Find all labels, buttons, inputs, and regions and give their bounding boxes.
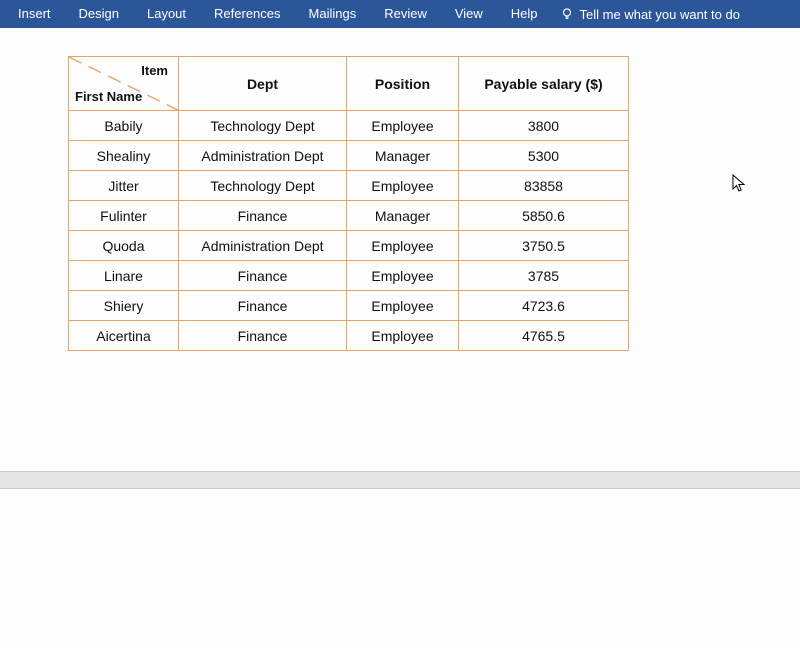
tab-review[interactable]: Review [370, 0, 441, 28]
cell-position[interactable]: Employee [347, 261, 459, 291]
cell-dept[interactable]: Finance [179, 261, 347, 291]
cell-dept[interactable]: Administration Dept [179, 141, 347, 171]
cell-salary[interactable]: 5300 [459, 141, 629, 171]
cell-salary[interactable]: 3785 [459, 261, 629, 291]
table-row[interactable]: ShieryFinanceEmployee4723.6 [69, 291, 629, 321]
salary-table[interactable]: Item First Name Dept Position Payable sa… [68, 56, 629, 351]
tab-insert[interactable]: Insert [4, 0, 65, 28]
header-diag-top: Item [141, 63, 168, 78]
cell-salary[interactable]: 3750.5 [459, 231, 629, 261]
cell-name[interactable]: Linare [69, 261, 179, 291]
cell-position[interactable]: Employee [347, 111, 459, 141]
tab-references[interactable]: References [200, 0, 294, 28]
cell-name[interactable]: Shealiny [69, 141, 179, 171]
cell-dept[interactable]: Finance [179, 201, 347, 231]
cell-name[interactable]: Shiery [69, 291, 179, 321]
table-row[interactable]: ShealinyAdministration DeptManager5300 [69, 141, 629, 171]
tab-mailings[interactable]: Mailings [295, 0, 371, 28]
cell-salary[interactable]: 3800 [459, 111, 629, 141]
table-row[interactable]: BabilyTechnology DeptEmployee3800 [69, 111, 629, 141]
cell-position[interactable]: Manager [347, 201, 459, 231]
cell-position[interactable]: Employee [347, 171, 459, 201]
cell-dept[interactable]: Finance [179, 321, 347, 351]
cell-dept[interactable]: Administration Dept [179, 231, 347, 261]
cell-name[interactable]: Quoda [69, 231, 179, 261]
document-page[interactable]: Item First Name Dept Position Payable sa… [0, 28, 800, 472]
tab-help[interactable]: Help [497, 0, 552, 28]
lightbulb-icon [560, 7, 574, 21]
tab-layout[interactable]: Layout [133, 0, 200, 28]
cell-salary[interactable]: 4723.6 [459, 291, 629, 321]
header-diag-bottom: First Name [75, 89, 142, 104]
header-position[interactable]: Position [347, 57, 459, 111]
tab-view[interactable]: View [441, 0, 497, 28]
cell-name[interactable]: Jitter [69, 171, 179, 201]
cell-position[interactable]: Manager [347, 141, 459, 171]
cell-dept[interactable]: Technology Dept [179, 171, 347, 201]
cell-name[interactable]: Fulinter [69, 201, 179, 231]
document-page-next[interactable] [0, 488, 800, 648]
table-body: BabilyTechnology DeptEmployee3800Shealin… [69, 111, 629, 351]
cell-salary[interactable]: 5850.6 [459, 201, 629, 231]
tell-me-label: Tell me what you want to do [580, 7, 740, 22]
cell-salary[interactable]: 4765.5 [459, 321, 629, 351]
ribbon-tabs-bar: Insert Design Layout References Mailings… [0, 0, 800, 28]
table-row[interactable]: JitterTechnology DeptEmployee83858 [69, 171, 629, 201]
table-row[interactable]: LinareFinanceEmployee3785 [69, 261, 629, 291]
cell-salary[interactable]: 83858 [459, 171, 629, 201]
header-dept[interactable]: Dept [179, 57, 347, 111]
cell-name[interactable]: Babily [69, 111, 179, 141]
header-salary[interactable]: Payable salary ($) [459, 57, 629, 111]
table-row[interactable]: QuodaAdministration DeptEmployee3750.5 [69, 231, 629, 261]
document-area: Item First Name Dept Position Payable sa… [0, 28, 800, 640]
cell-position[interactable]: Employee [347, 321, 459, 351]
tell-me-search[interactable]: Tell me what you want to do [552, 7, 748, 22]
header-diagonal[interactable]: Item First Name [69, 57, 179, 111]
tab-design[interactable]: Design [65, 0, 133, 28]
cell-position[interactable]: Employee [347, 231, 459, 261]
cell-dept[interactable]: Finance [179, 291, 347, 321]
cell-dept[interactable]: Technology Dept [179, 111, 347, 141]
table-header-row: Item First Name Dept Position Payable sa… [69, 57, 629, 111]
table-row[interactable]: AicertinaFinanceEmployee4765.5 [69, 321, 629, 351]
cell-position[interactable]: Employee [347, 291, 459, 321]
table-row[interactable]: FulinterFinanceManager5850.6 [69, 201, 629, 231]
cell-name[interactable]: Aicertina [69, 321, 179, 351]
